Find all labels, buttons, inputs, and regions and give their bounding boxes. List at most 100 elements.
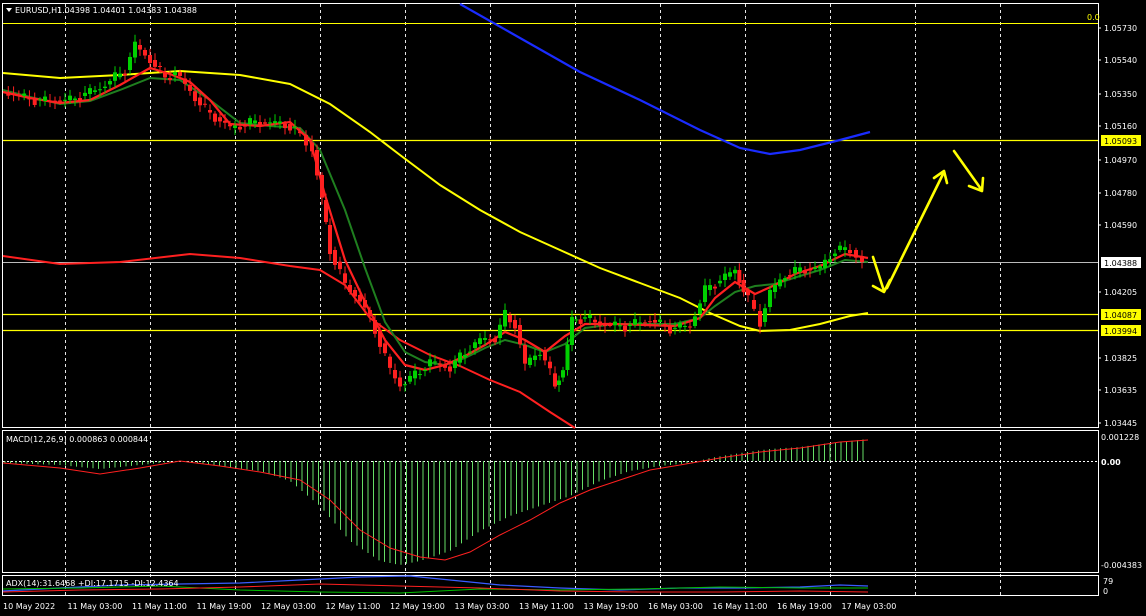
candle-body <box>428 359 432 367</box>
candle-body <box>138 45 142 50</box>
candle-body <box>613 321 617 326</box>
candle-body <box>6 92 11 96</box>
candle-body <box>843 247 847 250</box>
candle-body <box>433 361 437 363</box>
candle-body <box>565 344 570 370</box>
candle-body <box>483 338 487 340</box>
candle-body <box>118 73 122 78</box>
candle-body <box>746 290 750 296</box>
corner-value: 0.0 <box>1087 13 1100 22</box>
candle-body <box>668 326 672 334</box>
time-tick: 11 May 03:00 <box>68 602 123 611</box>
candle-body <box>813 267 817 269</box>
candle-body <box>574 319 579 321</box>
adx-tick-bottom: 0 <box>1103 587 1108 596</box>
price-tick: 1.03445 <box>1104 419 1137 428</box>
time-tick: 11 May 11:00 <box>132 602 187 611</box>
candle-body <box>218 117 222 122</box>
candle-body <box>108 81 112 85</box>
candle-body <box>338 261 342 270</box>
tag-resistance: 1.05093 <box>1104 137 1137 146</box>
candle-body <box>553 373 557 387</box>
macd-histogram <box>4 439 864 565</box>
macd-label: MACD(12,26,9) 0.000863 0.000844 <box>6 435 148 444</box>
candle-body <box>598 321 602 326</box>
candle-body <box>443 365 447 368</box>
candle-body <box>328 225 332 255</box>
time-tick: 13 May 03:00 <box>455 602 510 611</box>
tag-bid: 1.04388 <box>1104 259 1137 268</box>
candle-body <box>383 343 387 354</box>
candle-body <box>78 98 82 102</box>
candle-body <box>188 85 192 91</box>
macd-signal-line <box>2 439 869 561</box>
candle-body <box>58 100 62 102</box>
candle-body <box>398 377 402 387</box>
candle-body <box>448 366 452 372</box>
candle-body <box>737 270 742 283</box>
candle-body <box>848 250 852 254</box>
candle-body <box>208 110 212 113</box>
candle-body <box>113 72 117 81</box>
candle-body <box>93 90 97 92</box>
candle-body <box>788 275 792 277</box>
candle-body <box>223 120 227 123</box>
candle-body <box>363 300 367 308</box>
candle-body <box>358 295 362 302</box>
candle-body <box>603 323 607 327</box>
candle-body <box>741 280 746 293</box>
candle-body <box>478 338 482 344</box>
candle-body <box>718 280 722 284</box>
candle-body <box>628 324 632 326</box>
chart-header: EURUSD,H1 1.04398 1.04401 1.04383 1.0438… <box>6 6 1100 22</box>
candle-body <box>438 363 442 365</box>
candle-body <box>833 253 837 256</box>
candle-body <box>373 320 377 334</box>
candle-body <box>248 118 252 125</box>
candle-body <box>310 142 314 152</box>
candle-body <box>728 272 732 277</box>
candle-body <box>860 256 864 263</box>
candle-body <box>570 316 574 345</box>
price-tick: 1.04970 <box>1104 156 1137 165</box>
adx-label: ADX(14):31.6468 +DI:17.1715 -DI:12.4364 <box>6 579 179 588</box>
candle-body <box>283 123 287 129</box>
candle-body <box>488 339 492 341</box>
candle-body <box>618 325 622 327</box>
candle-body <box>493 338 497 343</box>
price-tick: 1.03825 <box>1104 354 1137 363</box>
candle-body <box>32 98 37 105</box>
time-tick: 10 May 2022 <box>3 602 55 611</box>
candle-body <box>388 356 392 368</box>
candle-body <box>304 135 308 146</box>
candle-body <box>258 122 262 127</box>
tag-support-2: 1.03994 <box>1104 327 1137 336</box>
candle-body <box>643 322 647 324</box>
candle-body <box>320 175 324 198</box>
candle-body <box>557 380 561 385</box>
candle-body <box>463 354 467 358</box>
candle-body <box>233 125 237 128</box>
candle-body <box>178 72 182 76</box>
candle-body <box>808 269 812 271</box>
candle-body <box>733 269 737 274</box>
candle-body <box>588 314 592 318</box>
time-tick: 17 May 03:00 <box>842 602 897 611</box>
candle-body <box>453 360 457 368</box>
candle-body <box>838 245 842 250</box>
candle-body <box>27 97 32 100</box>
candle-body <box>238 126 242 130</box>
candle-body <box>278 121 282 124</box>
candle-body <box>263 122 267 124</box>
time-tick: 16 May 19:00 <box>777 602 832 611</box>
candle-body <box>393 370 397 379</box>
trading-chart[interactable]: EURUSD,H1 1.04398 1.04401 1.04383 1.0438… <box>0 0 1146 616</box>
candle-body <box>693 316 697 326</box>
candle-body <box>315 150 319 176</box>
time-tick: 13 May 11:00 <box>519 602 574 611</box>
time-tick: 12 May 11:00 <box>326 602 381 611</box>
candle-body <box>663 324 667 325</box>
candle-body <box>148 55 152 63</box>
level-tags: 1.05093 1.04388 1.04087 1.03994 <box>1101 135 1141 336</box>
candle-body <box>703 285 707 302</box>
